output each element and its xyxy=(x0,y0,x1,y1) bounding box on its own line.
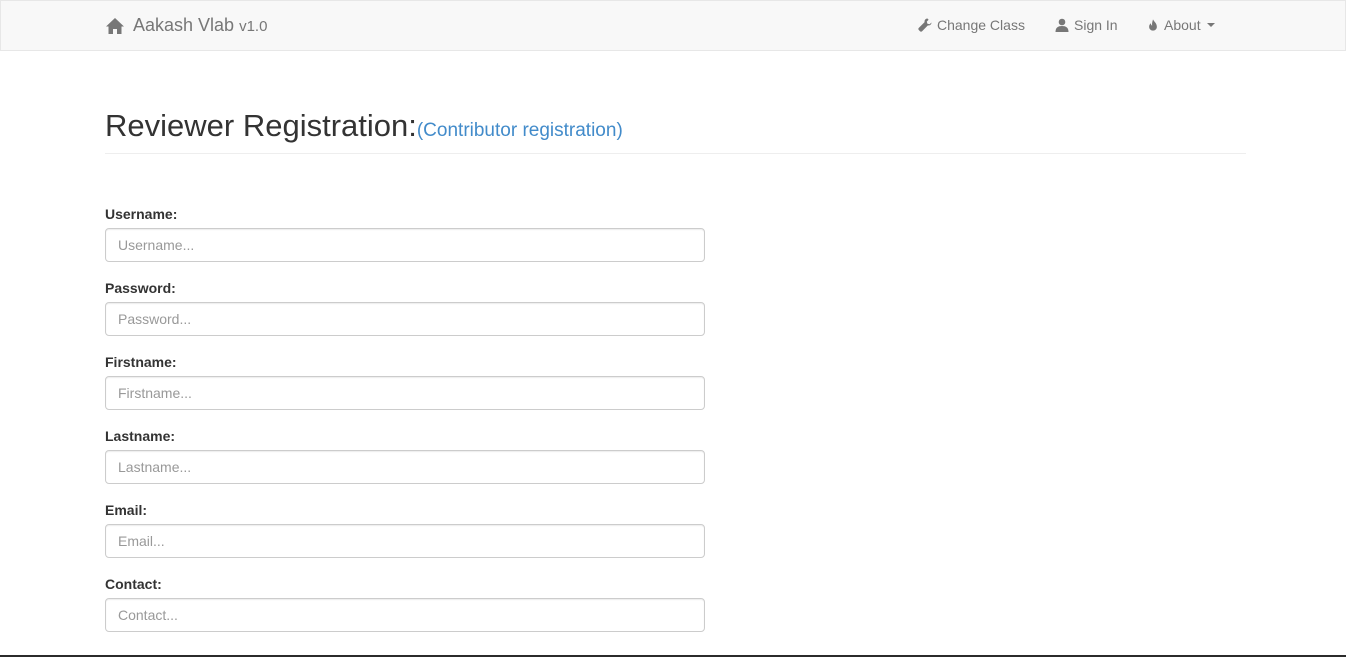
wrench-icon xyxy=(918,18,932,32)
lastname-label: Lastname: xyxy=(105,428,176,444)
nav-about-dropdown[interactable]: About xyxy=(1147,17,1215,33)
user-icon xyxy=(1055,18,1069,32)
brand-version: v1.0 xyxy=(239,18,268,35)
email-label: Email: xyxy=(105,502,148,518)
password-label: Password: xyxy=(105,280,176,296)
email-input[interactable] xyxy=(105,524,705,558)
home-icon xyxy=(106,17,124,34)
caret-down-icon xyxy=(1206,23,1215,27)
navbar: Aakash Vlab v1.0 Change Class Sign In Ab… xyxy=(0,0,1346,51)
nav-sign-in[interactable]: Sign In xyxy=(1055,17,1118,33)
fire-icon xyxy=(1149,19,1157,31)
password-input[interactable] xyxy=(105,302,705,336)
username-label: Username: xyxy=(105,206,178,222)
brand-link[interactable]: Aakash Vlab v1.0 xyxy=(105,15,267,36)
nav-change-class-label: Change Class xyxy=(937,17,1025,33)
contact-label: Contact: xyxy=(105,576,162,592)
firstname-group: Firstname: xyxy=(105,354,705,410)
username-group: Username: xyxy=(105,206,705,262)
brand-name: Aakash Vlab xyxy=(133,15,235,35)
nav-change-class[interactable]: Change Class xyxy=(918,17,1025,33)
username-input[interactable] xyxy=(105,228,705,262)
page-header: Reviewer Registration:(Contributor regis… xyxy=(105,108,1246,154)
nav-about-label: About xyxy=(1164,17,1201,33)
contact-input[interactable] xyxy=(105,598,705,632)
password-group: Password: xyxy=(105,280,705,336)
firstname-label: Firstname: xyxy=(105,354,177,370)
page-title: Reviewer Registration: xyxy=(105,108,417,143)
email-group: Email: xyxy=(105,502,705,558)
lastname-group: Lastname: xyxy=(105,428,705,484)
contact-group: Contact: xyxy=(105,576,705,632)
firstname-input[interactable] xyxy=(105,376,705,410)
lastname-input[interactable] xyxy=(105,450,705,484)
nav-sign-in-label: Sign In xyxy=(1074,17,1118,33)
contributor-registration-link[interactable]: (Contributor registration) xyxy=(417,120,623,141)
